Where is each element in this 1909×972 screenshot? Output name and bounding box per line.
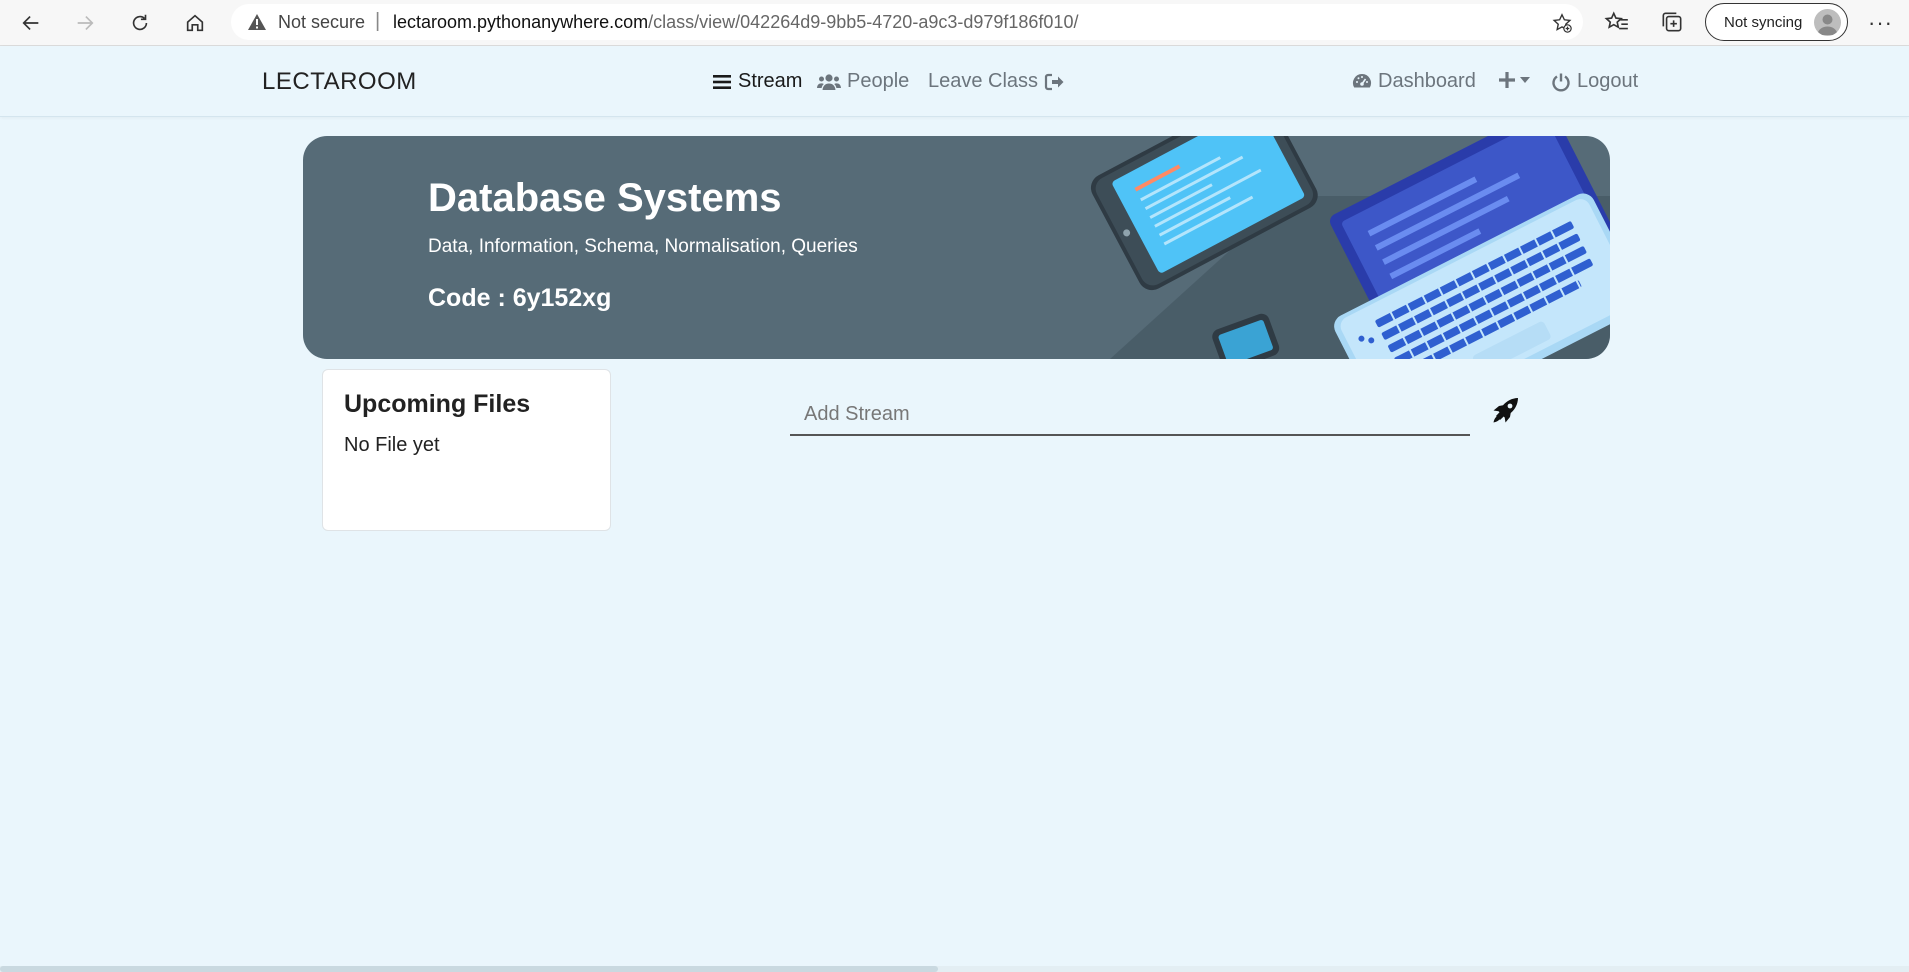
bars-icon (713, 74, 731, 89)
sync-label: Not syncing (1724, 14, 1803, 31)
devices-illustration (1090, 136, 1610, 359)
arrow-right-icon (77, 15, 94, 31)
nav-dashboard-label: Dashboard (1378, 70, 1476, 92)
power-icon (1552, 73, 1570, 91)
horizontal-scrollbar[interactable] (0, 966, 1909, 972)
nav-people[interactable]: People (817, 70, 909, 93)
nav-stream[interactable]: Stream (712, 70, 802, 93)
home-button[interactable] (177, 5, 213, 41)
upcoming-files-card: Upcoming Files No File yet (322, 369, 611, 531)
plus-icon (1499, 72, 1515, 88)
class-subtitle: Data, Information, Schema, Normalisation… (428, 236, 858, 257)
upcoming-files-empty: No File yet (344, 434, 440, 456)
warning-icon (248, 14, 266, 30)
nav-logout-label: Logout (1577, 70, 1639, 92)
nav-leave-class[interactable]: Leave Class (928, 70, 1064, 93)
users-icon (817, 73, 841, 90)
favorites-icon[interactable] (1604, 9, 1630, 35)
class-title: Database Systems (428, 176, 782, 220)
back-button[interactable] (13, 5, 49, 41)
address-bar[interactable]: Not secure | lectaroom.pythonanywhere.co… (231, 4, 1583, 40)
nav-people-label: People (847, 70, 910, 92)
class-banner: Database Systems Data, Information, Sche… (303, 136, 1610, 359)
arrow-left-icon (22, 15, 39, 31)
browser-toolbar: Not secure | lectaroom.pythonanywhere.co… (0, 0, 1909, 46)
profile-sync-button[interactable]: Not syncing (1705, 3, 1848, 41)
home-icon (186, 14, 204, 32)
add-dropdown-toggle[interactable] (1497, 70, 1531, 90)
url-host: lectaroom.pythonanywhere.com (393, 12, 649, 32)
nav-dashboard[interactable]: Dashboard (1352, 70, 1476, 93)
upcoming-files-title: Upcoming Files (344, 390, 531, 418)
brand-logo[interactable]: LECTAROOM (262, 68, 417, 96)
user-icon (1817, 14, 1838, 35)
collections-icon[interactable] (1659, 9, 1685, 35)
url-text: lectaroom.pythonanywhere.com/class/view/… (393, 12, 1078, 33)
more-menu-button[interactable]: ··· (1868, 10, 1893, 36)
add-favorite-icon[interactable] (1551, 12, 1573, 34)
security-label: Not secure (278, 12, 366, 32)
nav-leave-label: Leave Class (928, 70, 1039, 92)
sign-out-icon (1044, 73, 1064, 90)
class-code: Code : 6y152xg (428, 284, 612, 312)
nav-stream-label: Stream (738, 70, 803, 92)
tachometer-icon (1352, 73, 1372, 87)
forward-button[interactable] (67, 5, 103, 41)
reload-button[interactable] (122, 5, 158, 41)
url-path: /class/view/042264d9-9bb5-4720-a9c3-d979… (648, 12, 1079, 32)
scrollbar-thumb[interactable] (0, 966, 938, 972)
nav-logout[interactable]: Logout (1551, 70, 1638, 93)
rocket-icon[interactable] (1489, 395, 1521, 427)
address-separator: | (375, 10, 381, 32)
add-stream-input[interactable] (790, 394, 1470, 436)
avatar (1814, 9, 1841, 36)
caret-down-icon (1520, 77, 1530, 83)
app-navbar: LECTAROOM Stream People Leave Class Dash… (0, 46, 1909, 117)
reload-icon (132, 14, 148, 31)
